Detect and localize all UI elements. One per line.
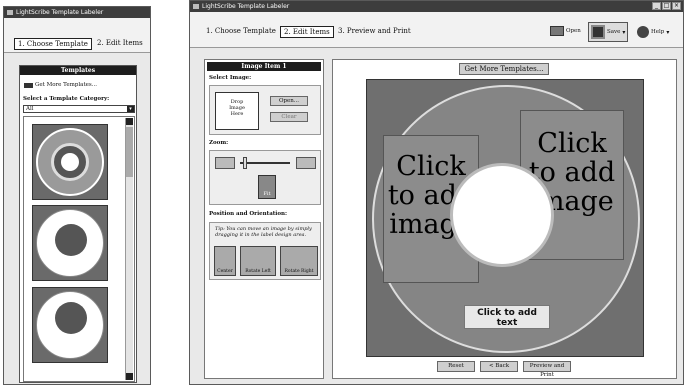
zoom-label: Zoom: (209, 140, 229, 146)
help-icon (637, 26, 649, 38)
step-choose-template[interactable]: 1. Choose Template (14, 38, 92, 50)
tip-text: Tip: You can move an image by simply dra… (215, 226, 312, 238)
app-icon (7, 10, 13, 15)
position-label: Position and Orientation: (209, 211, 288, 217)
clear-image-button[interactable]: Clear (270, 112, 308, 122)
center-button[interactable]: Center (214, 246, 236, 276)
disc-center (55, 302, 87, 334)
right-window: LightScribe Template Labeler _ □ × 1. Ch… (189, 0, 684, 385)
fit-label: Fit (263, 191, 271, 197)
step-edit-items[interactable]: 2. Edit Items (97, 39, 143, 47)
drop-image-area[interactable]: Drop Image Here (215, 92, 259, 130)
window-controls: _ □ × (652, 2, 681, 10)
help-button[interactable]: Help ▾ (637, 26, 669, 38)
edit-sidebar: Image Item 1 Select Image: Drop Image He… (204, 59, 324, 379)
right-stepbar: 1. Choose Template 2. Edit Items 3. Prev… (190, 12, 683, 48)
scroll-up-icon[interactable] (126, 118, 133, 125)
template-thumb-2[interactable] (32, 205, 108, 281)
right-titlebar: LightScribe Template Labeler _ □ × (190, 1, 683, 12)
back-button[interactable]: < Back (480, 361, 518, 372)
scroll-thumb[interactable] (126, 127, 133, 177)
select-image-box: Drop Image Here Open... Clear (209, 85, 321, 135)
step-preview-print[interactable]: 3. Preview and Print (338, 27, 411, 35)
preview-print-button[interactable]: Preview and Print (523, 361, 571, 378)
reset-button[interactable]: Reset (437, 361, 475, 372)
get-more-label: Get More Templates... (35, 82, 97, 88)
left-titlebar: LightScribe Template Labeler (4, 7, 150, 18)
right-window-title: LightScribe Template Labeler (202, 3, 290, 10)
chevron-down-icon[interactable]: ▾ (666, 29, 669, 36)
template-thumb-1[interactable] (32, 124, 108, 200)
chevron-down-icon[interactable]: ▾ (127, 106, 134, 112)
templates-panel: Templates Get More Templates... Select a… (19, 65, 137, 383)
arrow-right-icon (24, 82, 33, 88)
save-button[interactable]: Save ▾ (588, 22, 629, 42)
save-label: Save (607, 29, 621, 35)
rotate-left-button[interactable]: Rotate Left (240, 246, 276, 276)
open-image-button[interactable]: Open... (270, 96, 308, 106)
folder-icon (550, 26, 564, 36)
disc-hole (61, 153, 79, 171)
get-more-templates-button[interactable]: Get More Templates... (459, 63, 549, 75)
image-item-header: Image Item 1 (207, 62, 321, 71)
disc-center (55, 224, 87, 256)
rotate-right-button[interactable]: Rotate Right (280, 246, 318, 276)
help-label: Help (651, 29, 665, 35)
disc-hole (450, 163, 554, 267)
template-scrollbar[interactable] (125, 118, 133, 380)
select-image-label: Select Image: (209, 75, 252, 81)
text-placeholder[interactable]: Click to add text (464, 305, 550, 329)
zoom-in-icon[interactable] (296, 157, 316, 169)
open-label: Open (566, 28, 581, 34)
category-select[interactable]: All ▾ (23, 105, 135, 113)
design-area: Get More Templates... Click to add image… (332, 59, 677, 379)
center-label: Center (217, 269, 233, 274)
close-icon[interactable]: × (672, 2, 681, 10)
step-choose-template[interactable]: 1. Choose Template (206, 27, 276, 35)
zoom-out-icon[interactable] (215, 157, 235, 169)
rotate-right-label: Rotate Right (284, 269, 314, 274)
template-thumb-3[interactable] (32, 287, 108, 363)
minimize-icon[interactable]: _ (652, 2, 661, 10)
left-window: LightScribe Template Labeler 1. Choose T… (3, 6, 151, 385)
zoom-box: Fit (209, 150, 321, 205)
category-label: Select a Template Category: (23, 96, 110, 102)
position-box: Tip: You can move an image by simply dra… (209, 222, 321, 280)
category-value: All (26, 106, 34, 112)
scroll-down-icon[interactable] (126, 373, 133, 380)
left-window-title: LightScribe Template Labeler (16, 9, 104, 16)
open-button[interactable]: Open (550, 26, 581, 36)
chevron-down-icon[interactable]: ▾ (622, 29, 625, 36)
rotate-left-label: Rotate Left (245, 269, 271, 274)
get-more-templates-link[interactable]: Get More Templates... (24, 82, 97, 88)
left-stepbar: 1. Choose Template 2. Edit Items (4, 18, 150, 53)
fit-button[interactable]: Fit (258, 175, 276, 199)
zoom-slider[interactable] (240, 162, 290, 164)
zoom-slider-thumb[interactable] (243, 157, 247, 169)
app-icon (193, 4, 199, 9)
label-canvas: Click to add image Click to add image Cl… (366, 79, 644, 357)
template-list (23, 116, 135, 382)
maximize-icon[interactable]: □ (662, 2, 671, 10)
step-edit-items[interactable]: 2. Edit Items (280, 26, 334, 38)
disk-icon (591, 25, 605, 39)
templates-header: Templates (20, 66, 136, 75)
